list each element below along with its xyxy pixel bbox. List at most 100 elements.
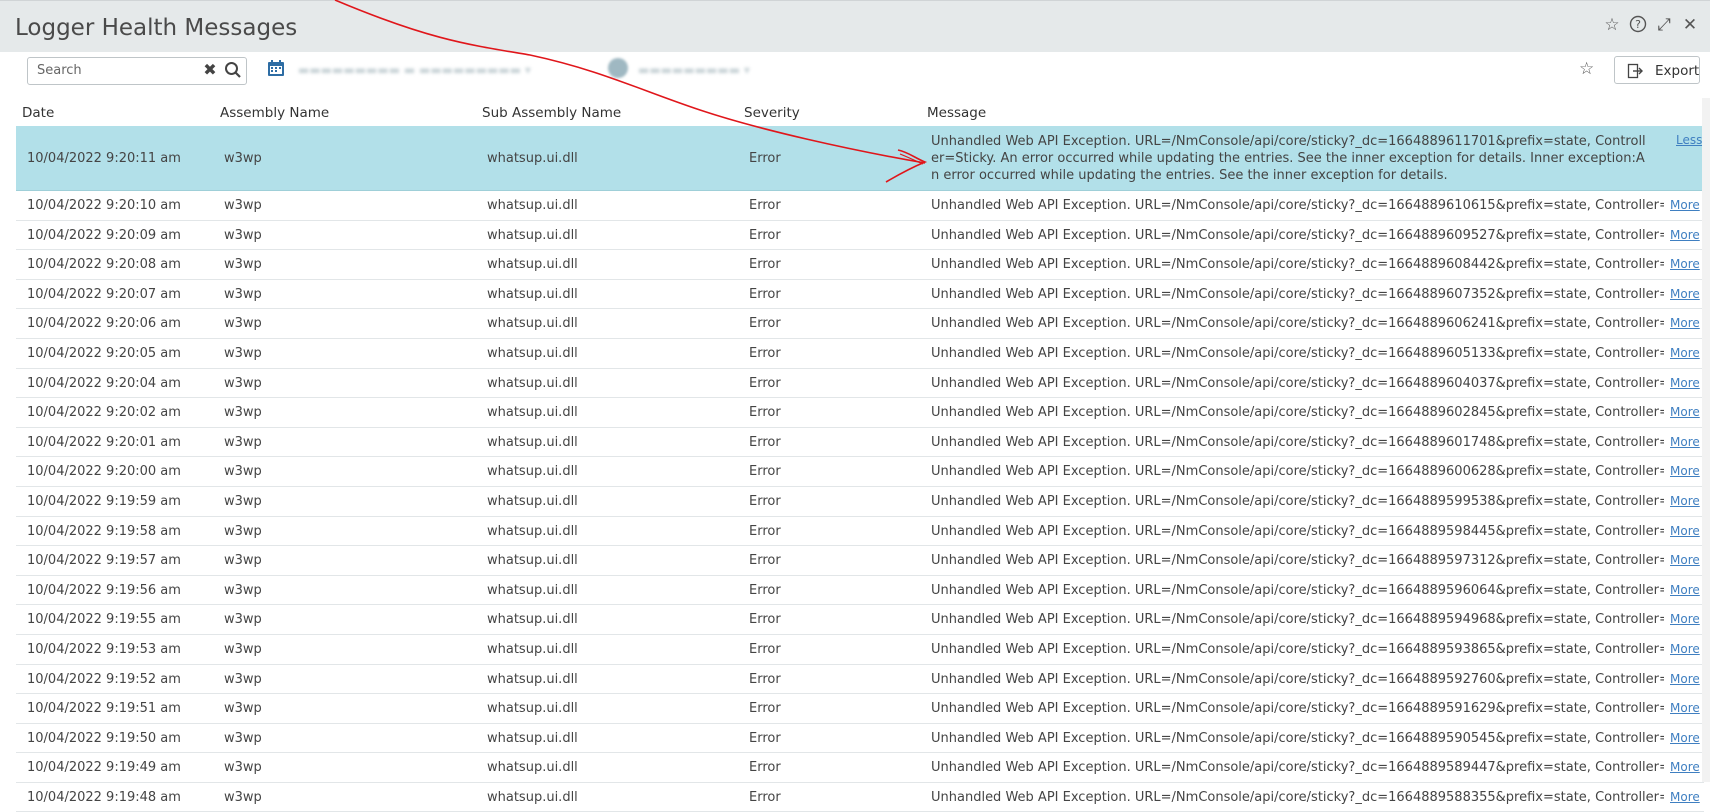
more-link[interactable]: More bbox=[1668, 493, 1700, 508]
cell-sub-assembly: whatsup.ui.dll bbox=[487, 464, 578, 480]
more-link[interactable]: More bbox=[1668, 701, 1700, 716]
table-row[interactable]: 10/04/2022 9:20:00 am w3wp whatsup.ui.dll E… bbox=[16, 457, 1704, 487]
cell-assembly: w3wp bbox=[224, 760, 262, 776]
export-button[interactable]: Export bbox=[1614, 56, 1700, 84]
cell-date: 10/04/2022 9:19:55 am bbox=[27, 612, 181, 628]
more-link[interactable]: More bbox=[1668, 286, 1700, 301]
table-row[interactable]: 10/04/2022 9:19:50 am w3wp whatsup.ui.dll E… bbox=[16, 724, 1704, 754]
table-row[interactable]: 10/04/2022 9:20:01 am w3wp whatsup.ui.dll E… bbox=[16, 428, 1704, 458]
more-link[interactable]: More bbox=[1668, 257, 1700, 272]
table-row[interactable]: 10/04/2022 9:20:09 am w3wp whatsup.ui.dll E… bbox=[16, 221, 1704, 251]
clear-search-icon[interactable]: ✖ bbox=[201, 60, 219, 80]
more-link[interactable]: More bbox=[1668, 405, 1700, 420]
maximize-icon[interactable]: ⤢ bbox=[1654, 15, 1674, 35]
cell-assembly: w3wp bbox=[224, 553, 262, 569]
cell-sub-assembly: whatsup.ui.dll bbox=[487, 286, 578, 302]
more-link[interactable]: More bbox=[1668, 464, 1700, 479]
table-row[interactable]: 10/04/2022 9:19:53 am w3wp whatsup.ui.dll E… bbox=[16, 635, 1704, 665]
cell-assembly: w3wp bbox=[224, 789, 262, 805]
search-box: ✖ bbox=[27, 57, 247, 85]
cell-severity: Error bbox=[749, 612, 781, 628]
more-link[interactable]: More bbox=[1668, 789, 1700, 804]
table-row[interactable]: 10/04/2022 9:19:55 am w3wp whatsup.ui.dll E… bbox=[16, 605, 1704, 635]
help-icon[interactable]: ? bbox=[1628, 15, 1648, 35]
search-input[interactable] bbox=[28, 58, 197, 82]
table-row[interactable]: 10/04/2022 9:19:57 am w3wp whatsup.ui.dll E… bbox=[16, 546, 1704, 576]
cell-assembly: w3wp bbox=[224, 701, 262, 717]
cell-date: 10/04/2022 9:19:49 am bbox=[27, 760, 181, 776]
timezone-selector[interactable]: ▬▬▬▬▬▬▬▬▬ ▾ bbox=[638, 63, 788, 77]
more-link[interactable]: More bbox=[1668, 582, 1700, 597]
search-icon[interactable] bbox=[224, 61, 242, 79]
cell-date: 10/04/2022 9:19:51 am bbox=[27, 701, 181, 717]
export-icon bbox=[1627, 63, 1643, 79]
more-link[interactable]: More bbox=[1668, 760, 1700, 775]
cell-sub-assembly: whatsup.ui.dll bbox=[487, 316, 578, 332]
cell-sub-assembly: whatsup.ui.dll bbox=[487, 523, 578, 539]
table-row[interactable]: 10/04/2022 9:20:06 am w3wp whatsup.ui.dll E… bbox=[16, 309, 1704, 339]
table-row[interactable]: 10/04/2022 9:19:56 am w3wp whatsup.ui.dll E… bbox=[16, 576, 1704, 606]
bookmark-star-icon[interactable]: ☆ bbox=[1579, 59, 1594, 79]
more-link[interactable]: More bbox=[1668, 671, 1700, 686]
cell-severity: Error bbox=[749, 641, 781, 657]
table-row[interactable]: 10/04/2022 9:20:11 am w3wp whatsup.ui.dll E… bbox=[16, 126, 1704, 191]
more-link[interactable]: More bbox=[1668, 523, 1700, 538]
table-row[interactable]: 10/04/2022 9:19:52 am w3wp whatsup.ui.dll E… bbox=[16, 665, 1704, 695]
cell-assembly: w3wp bbox=[224, 493, 262, 509]
cell-sub-assembly: whatsup.ui.dll bbox=[487, 789, 578, 805]
more-link[interactable]: More bbox=[1668, 227, 1700, 242]
cell-sub-assembly: whatsup.ui.dll bbox=[487, 701, 578, 717]
table-row[interactable]: 10/04/2022 9:19:49 am w3wp whatsup.ui.dll E… bbox=[16, 753, 1704, 783]
cell-date: 10/04/2022 9:19:58 am bbox=[27, 523, 181, 539]
cell-date: 10/04/2022 9:20:04 am bbox=[27, 375, 181, 391]
table-row[interactable]: 10/04/2022 9:20:10 am w3wp whatsup.ui.dll E… bbox=[16, 191, 1704, 221]
cell-sub-assembly: whatsup.ui.dll bbox=[487, 730, 578, 746]
table-row[interactable]: 10/04/2022 9:19:51 am w3wp whatsup.ui.dll E… bbox=[16, 694, 1704, 724]
cell-message: Unhandled Web API Exception. URL=/NmCons… bbox=[931, 227, 1664, 243]
more-link[interactable]: More bbox=[1668, 553, 1700, 568]
cell-assembly: w3wp bbox=[224, 730, 262, 746]
more-link[interactable]: More bbox=[1668, 612, 1700, 627]
table-row[interactable]: 10/04/2022 9:20:05 am w3wp whatsup.ui.dll E… bbox=[16, 339, 1704, 369]
cell-assembly: w3wp bbox=[224, 671, 262, 687]
favorite-star-icon[interactable]: ☆ bbox=[1602, 15, 1622, 35]
cell-date: 10/04/2022 9:19:52 am bbox=[27, 671, 181, 687]
more-link[interactable]: More bbox=[1668, 434, 1700, 449]
cell-message: Unhandled Web API Exception. URL=/NmCons… bbox=[931, 375, 1664, 391]
cell-assembly: w3wp bbox=[224, 612, 262, 628]
table-row[interactable]: 10/04/2022 9:20:08 am w3wp whatsup.ui.dll E… bbox=[16, 250, 1704, 280]
close-icon[interactable]: ✕ bbox=[1680, 15, 1700, 35]
globe-icon[interactable] bbox=[608, 58, 628, 78]
cell-date: 10/04/2022 9:20:10 am bbox=[27, 198, 181, 213]
cell-severity: Error bbox=[749, 257, 781, 273]
table-row[interactable]: 10/04/2022 9:19:48 am w3wp whatsup.ui.dll E… bbox=[16, 783, 1704, 812]
column-header-sub-assembly[interactable]: Sub Assembly Name bbox=[482, 105, 621, 121]
more-link[interactable]: More bbox=[1668, 641, 1700, 656]
cell-date: 10/04/2022 9:19:53 am bbox=[27, 641, 181, 657]
column-header-assembly[interactable]: Assembly Name bbox=[220, 105, 329, 121]
vertical-scrollbar[interactable] bbox=[1702, 98, 1710, 782]
cell-date: 10/04/2022 9:20:06 am bbox=[27, 316, 181, 332]
cell-date: 10/04/2022 9:19:57 am bbox=[27, 553, 181, 569]
calendar-icon[interactable] bbox=[266, 58, 286, 78]
column-header-date[interactable]: Date bbox=[22, 105, 54, 121]
cell-severity: Error bbox=[749, 789, 781, 805]
date-range-selector[interactable]: ▬▬▬▬▬▬▬▬▬ ▬ ▬▬▬▬▬▬▬▬▬ ▾ bbox=[298, 63, 598, 77]
column-header-message[interactable]: Message bbox=[927, 105, 986, 121]
column-header-severity[interactable]: Severity bbox=[744, 105, 800, 121]
more-link[interactable]: More bbox=[1668, 316, 1700, 331]
cell-severity: Error bbox=[749, 151, 781, 166]
table-row[interactable]: 10/04/2022 9:20:02 am w3wp whatsup.ui.dll E… bbox=[16, 398, 1704, 428]
more-link[interactable]: More bbox=[1668, 198, 1700, 212]
table-row[interactable]: 10/04/2022 9:19:59 am w3wp whatsup.ui.dll E… bbox=[16, 487, 1704, 517]
more-link[interactable]: More bbox=[1668, 730, 1700, 745]
table-row[interactable]: 10/04/2022 9:20:04 am w3wp whatsup.ui.dll E… bbox=[16, 369, 1704, 399]
more-link[interactable]: More bbox=[1668, 375, 1700, 390]
more-link[interactable]: More bbox=[1668, 345, 1700, 360]
less-link[interactable]: Less bbox=[1674, 133, 1702, 147]
table-row[interactable]: 10/04/2022 9:19:58 am w3wp whatsup.ui.dll E… bbox=[16, 517, 1704, 547]
table-row[interactable]: 10/04/2022 9:20:07 am w3wp whatsup.ui.dll E… bbox=[16, 280, 1704, 310]
cell-date: 10/04/2022 9:20:00 am bbox=[27, 464, 181, 480]
cell-message: Unhandled Web API Exception. URL=/NmCons… bbox=[931, 582, 1664, 598]
cell-assembly: w3wp bbox=[224, 198, 262, 213]
